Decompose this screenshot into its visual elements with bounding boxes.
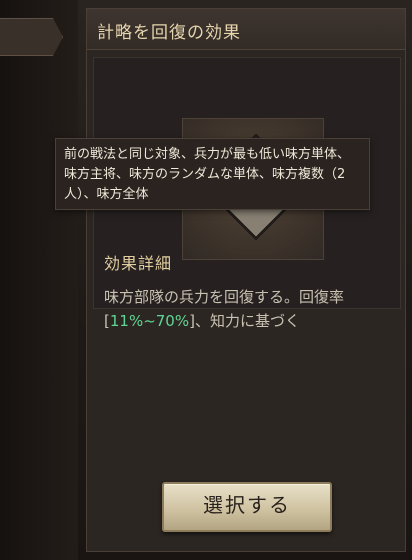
target-tooltip: 前の戦法と同じ対象、兵力が最も低い味方単体、味方主将、味方のランダムな単体、味方… <box>55 138 370 210</box>
details-description: 味方部隊の兵力を回復する。回復率[11%~70%]、知力に基づく <box>104 285 394 333</box>
recovery-percent: 11%~70% <box>109 312 190 330</box>
details-title: 効果詳細 <box>104 254 173 273</box>
effect-panel: 計略を回復の効果 手 <box>86 8 406 552</box>
left-tab[interactable] <box>0 18 63 56</box>
panel-header: 計略を回復の効果 <box>87 9 405 50</box>
left-sidebar <box>0 0 78 560</box>
desc-suffix: ]、知力に基づく <box>189 312 300 330</box>
panel-title: 計略を回復の効果 <box>97 23 241 43</box>
select-button[interactable]: 選択する <box>162 482 332 532</box>
